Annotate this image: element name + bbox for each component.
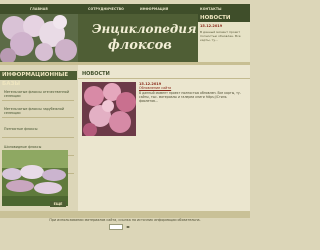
scroll-arrows-icon[interactable]: ◂▸ xyxy=(126,224,130,229)
news-panel-text[interactable]: В данный момент проект полностью обновле… xyxy=(200,30,248,42)
footer-copyright-text: При использовании материалов сайта, ссыл… xyxy=(49,218,201,222)
main-news-title: НОВОСТИ xyxy=(82,71,110,77)
header-flower-photo xyxy=(0,14,78,62)
page: ГЛАВНАЯ СОТРУДНИЧЕСТВО ИНФОРМАЦИЯ КОНТАК… xyxy=(0,0,250,250)
sidebar-link-domestic-phlox[interactable]: Метельчатые флоксы отечественной селекци… xyxy=(0,90,77,98)
garden-photo xyxy=(2,150,68,206)
news-panel-date: 15.12.2019 xyxy=(200,24,223,28)
sidebar-separator xyxy=(2,137,74,138)
nav-cooperation-link[interactable]: СОТРУДНИЧЕСТВО xyxy=(88,5,124,13)
site-title-line2: флоксов xyxy=(108,38,172,53)
sidebar-title: ИНФОРМАЦИОННЫЕ БАЗЫ xyxy=(0,71,77,87)
news-item-title-link[interactable]: Обновление сайта xyxy=(139,86,171,90)
more-button[interactable]: ЕЩЕ xyxy=(50,201,66,207)
news-panel-heading: НОВОСТИ xyxy=(198,14,250,22)
sidebar-separator xyxy=(2,117,74,118)
news-item-photo[interactable] xyxy=(82,82,136,136)
news-item-text: В данный момент проект полностью обновле… xyxy=(139,91,241,103)
news-panel: 15.12.2019 В данный момент проект полнос… xyxy=(198,22,250,62)
top-nav-bar: ГЛАВНАЯ СОТРУДНИЧЕСТВО ИНФОРМАЦИЯ КОНТАК… xyxy=(0,4,250,14)
sidebar-separator xyxy=(2,100,74,101)
main-content: НОВОСТИ 15.12.2019 Обновление сайта В да… xyxy=(78,65,250,211)
nav-info-link[interactable]: ИНФОРМАЦИЯ xyxy=(140,5,168,13)
nav-contacts-link[interactable]: КОНТАКТЫ xyxy=(200,5,222,13)
visit-counter xyxy=(109,224,123,230)
site-title-band: Энциклопедия флоксов xyxy=(78,14,198,62)
footer-bar xyxy=(0,211,250,218)
main-title-rule xyxy=(78,78,250,79)
sidebar-link-spotted-phlox[interactable]: Пятнистые флоксы xyxy=(0,127,77,131)
sidebar-link-subulate-phlox[interactable]: Шиловидные флоксы xyxy=(0,145,77,149)
sidebar-link-foreign-phlox[interactable]: Метельчатые флоксы зарубежной селекции xyxy=(0,107,77,115)
nav-home-link[interactable]: ГЛАВНАЯ xyxy=(30,5,48,13)
site-title-line1: Энциклопедия xyxy=(92,22,197,36)
